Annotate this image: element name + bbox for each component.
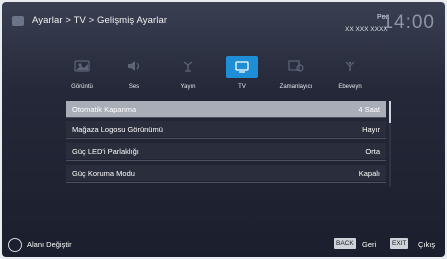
- tv-screen: Ayarlar > TV > Gelişmiş Ayarlar Per XX X…: [2, 2, 445, 257]
- category-tabs: Görüntü Ses Yayın TV Zamanlayıcı Ebeveyn: [62, 56, 382, 98]
- row-divider: [66, 138, 386, 139]
- tv-icon: [234, 61, 250, 73]
- picture-icon: [74, 60, 90, 72]
- row-value: Hayır: [362, 125, 380, 134]
- list-item-otomatik-kapanma[interactable]: Otomatik Kapanma 4 Saat: [66, 101, 386, 117]
- tab-label: Ses: [128, 84, 140, 90]
- back-key[interactable]: BACK: [334, 238, 356, 249]
- row-value: Kapalı: [358, 169, 380, 178]
- row-divider: [66, 182, 386, 183]
- settings-app-icon: [12, 16, 24, 26]
- back-label: Geri: [362, 240, 377, 249]
- tab-yayin[interactable]: Yayın: [168, 56, 208, 98]
- exit-key[interactable]: EXIT: [390, 238, 409, 249]
- speaker-icon: [126, 60, 142, 72]
- clock: Per XX XXX XXXX 14:00: [345, 10, 435, 38]
- clock-date: XX XXX XXXX: [345, 26, 388, 33]
- antenna-icon: [180, 60, 196, 72]
- row-label: Otomatik Kapanma: [72, 105, 137, 114]
- parental-icon: [342, 60, 358, 72]
- row-label: Güç LED'i Parlaklığı: [72, 147, 139, 156]
- tab-zamanlayici[interactable]: Zamanlayıcı: [276, 56, 316, 98]
- scrollbar[interactable]: [389, 101, 391, 187]
- tab-label: TV: [238, 84, 246, 90]
- list-item-guc-led[interactable]: Güç LED'i Parlaklığı Orta: [66, 143, 386, 159]
- tab-ebeveyn[interactable]: Ebeveyn: [330, 56, 370, 98]
- footer: Alanı Değiştir BACK Geri EXIT Çıkış: [2, 235, 445, 255]
- tab-label: Zamanlayıcı: [279, 84, 313, 90]
- row-label: Mağaza Logosu Görünümü: [72, 125, 163, 134]
- nav-label: Alanı Değiştir: [27, 240, 72, 249]
- tab-label: Ebeveyn: [338, 84, 362, 90]
- row-value: Orta: [365, 147, 380, 156]
- row-divider: [66, 160, 386, 161]
- timer-icon: [288, 60, 304, 72]
- row-divider: [66, 117, 386, 118]
- tab-goruntu[interactable]: Görüntü: [62, 56, 102, 98]
- tab-label: Görüntü: [71, 84, 93, 90]
- tab-tv[interactable]: TV: [222, 56, 262, 98]
- tab-label: Yayın: [180, 84, 196, 90]
- clock-time: 14:00: [382, 12, 435, 33]
- row-label: Güç Koruma Modu: [72, 169, 135, 178]
- list-item-magaza-logosu[interactable]: Mağaza Logosu Görünümü Hayır: [66, 121, 386, 137]
- list-item-guc-koruma[interactable]: Güç Koruma Modu Kapalı: [66, 165, 386, 181]
- exit-label: Çıkış: [418, 240, 436, 249]
- dpad-icon: [8, 238, 22, 252]
- scrollbar-thumb[interactable]: [389, 101, 391, 123]
- tab-ses[interactable]: Ses: [114, 56, 154, 98]
- header: Ayarlar > TV > Gelişmiş Ayarlar Per XX X…: [2, 2, 445, 42]
- row-value: 4 Saat: [358, 105, 380, 114]
- breadcrumb: Ayarlar > TV > Gelişmiş Ayarlar: [32, 15, 168, 26]
